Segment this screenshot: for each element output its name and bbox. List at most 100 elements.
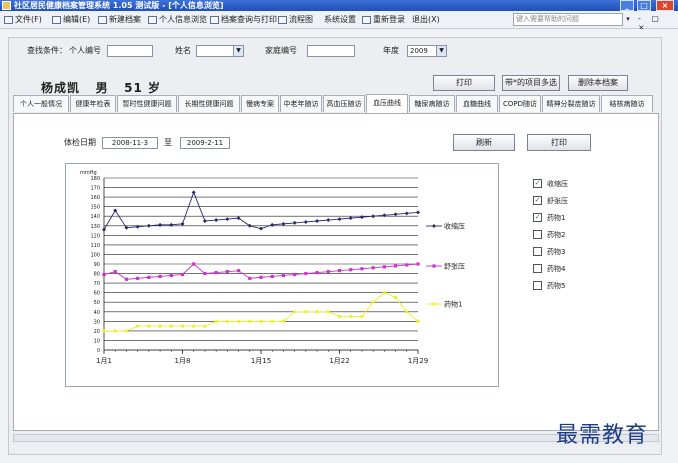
series-point: [259, 275, 263, 279]
series-point: [360, 314, 364, 319]
menu-file[interactable]: 文件(F): [4, 14, 42, 26]
tab-0[interactable]: 个人一般情况: [13, 95, 69, 112]
series-point: [192, 324, 196, 328]
menu-personal-info[interactable]: 个人信息浏览: [148, 14, 207, 26]
series-check-label: 舒张压: [547, 197, 568, 205]
name-select[interactable]: ▼: [196, 45, 244, 57]
series-point: [270, 319, 274, 323]
y-tick-label: 80: [94, 272, 100, 278]
patient-age-unit: 岁: [148, 81, 162, 95]
series-point: [113, 270, 117, 274]
y-tick-label: 70: [94, 281, 100, 287]
tab-1[interactable]: 健康年检表: [70, 95, 116, 112]
series-point: [169, 273, 173, 278]
multi-select-button[interactable]: 带*的项目多选: [502, 75, 560, 91]
series-point: [147, 275, 151, 279]
bp-curve-panel: 体检日期 2008-11-3 至 2009-2-11 刷新 打印 0 10 20 30…: [13, 113, 659, 431]
legend-marker: [432, 224, 436, 228]
x-tick-label: 1月22: [329, 357, 349, 365]
content-area: 查找条件： 个人编号 姓名 ▼ 家庭编号 年度 2009 ▼ 杨成凯 男 51 岁…: [0, 29, 678, 463]
series-point: [259, 319, 263, 323]
delete-record-button[interactable]: 删除本档案: [568, 75, 628, 91]
chevron-down-icon[interactable]: ▾: [623, 13, 633, 26]
y-tick-label: 160: [90, 195, 100, 201]
series-point: [136, 276, 140, 280]
series-point: [192, 262, 196, 266]
legend-label: 药物1: [444, 300, 462, 309]
new-record-icon: [98, 16, 107, 24]
checkbox-unchecked-icon[interactable]: [533, 230, 542, 239]
refresh-button[interactable]: 刷新: [453, 134, 515, 151]
file-icon: [4, 16, 13, 24]
series-point: [202, 219, 207, 223]
series-point: [180, 221, 185, 226]
series-point: [393, 212, 398, 217]
menu-flowchart[interactable]: 流程图: [278, 14, 313, 26]
y-tick-label: 60: [94, 291, 100, 297]
bp-chart-svg: 0 10 20 30 40 50 60 70 80 90 100 110 120 130 140 150 160…: [80, 170, 465, 365]
series-point: [393, 295, 398, 300]
series-point: [349, 314, 353, 319]
series-point: [236, 319, 241, 323]
menu-new-record[interactable]: 新建档案: [98, 14, 141, 26]
tab-4[interactable]: 慢病专案: [241, 95, 279, 112]
tab-6[interactable]: 高血压随访: [323, 95, 365, 112]
tab-3[interactable]: 长期性健康问题: [178, 95, 240, 112]
menu-relogin[interactable]: 重新登录: [362, 14, 405, 26]
tab-12[interactable]: 结核病随访: [601, 95, 653, 112]
series-point: [147, 324, 151, 328]
series-point: [169, 324, 173, 328]
close-button[interactable]: ×: [656, 0, 674, 11]
series-point: [303, 219, 308, 224]
checkbox-checked-icon[interactable]: ✓: [533, 196, 542, 205]
date-from-input[interactable]: 2008-11-3: [102, 137, 158, 149]
menu-settings[interactable]: 系统设置: [324, 14, 356, 26]
checkbox-unchecked-icon[interactable]: [533, 247, 542, 256]
menu-exit[interactable]: 退出(X): [412, 14, 440, 26]
menu-bar: 文件(F) 编辑(E) 新建档案 个人信息浏览 档案查询与打印 流程图 系统设置…: [0, 11, 678, 32]
tab-8[interactable]: 糖尿病随访: [409, 95, 455, 112]
checkbox-checked-icon[interactable]: ✓: [533, 179, 542, 188]
series-point: [315, 271, 319, 275]
checkbox-unchecked-icon[interactable]: [533, 264, 542, 273]
tab-2[interactable]: 暂时性健康问题: [117, 95, 177, 112]
series-point: [146, 223, 151, 228]
y-tick-label: 110: [90, 243, 100, 249]
watermark-logo: 最需教育: [556, 423, 649, 448]
tab-11[interactable]: 精神分裂症随访: [542, 95, 600, 112]
family-id-input[interactable]: [307, 45, 355, 57]
checkbox-checked-icon[interactable]: ✓: [533, 213, 542, 222]
y-tick-label: 10: [94, 338, 100, 344]
family-id-label: 家庭编号: [265, 46, 297, 55]
checkbox-unchecked-icon[interactable]: [533, 281, 542, 290]
date-to-input[interactable]: 2009-2-11: [180, 137, 230, 149]
help-search-input[interactable]: 键入需要帮助的问题: [513, 13, 623, 26]
series-point: [214, 319, 218, 323]
series-point: [393, 264, 398, 268]
y-axis-label: mmHg: [80, 170, 97, 176]
series-point: [382, 265, 386, 269]
edit-icon: [52, 16, 61, 24]
window-title: 社区居民健康档案管理系统 1.05 测试版 - [个人信息浏览]: [14, 1, 224, 10]
series-point: [292, 220, 297, 225]
minimize-button[interactable]: _: [620, 0, 634, 11]
y-tick-label: 30: [94, 319, 100, 325]
year-select[interactable]: 2009 ▼: [407, 45, 447, 57]
menu-query-print[interactable]: 档案查询与打印: [210, 14, 277, 26]
tab-9[interactable]: 血糖曲线: [456, 95, 498, 112]
tab-5[interactable]: 中老年随访: [280, 95, 322, 112]
series-point: [337, 314, 342, 319]
person-id-input[interactable]: [107, 45, 153, 57]
series-point: [102, 272, 106, 277]
series-check-label: 药物4: [547, 265, 566, 273]
y-tick-label: 40: [94, 310, 100, 316]
series-point: [248, 319, 252, 323]
chart-print-button[interactable]: 打印: [527, 134, 591, 151]
tab-7[interactable]: 血压曲线: [366, 94, 408, 113]
maximize-button[interactable]: □: [637, 0, 651, 11]
print-button[interactable]: 打印: [433, 75, 495, 91]
menu-edit[interactable]: 编辑(E): [52, 14, 90, 26]
tab-10[interactable]: COPD随访: [499, 95, 541, 112]
series-check-label: 药物2: [547, 231, 566, 239]
series-point: [349, 268, 353, 272]
